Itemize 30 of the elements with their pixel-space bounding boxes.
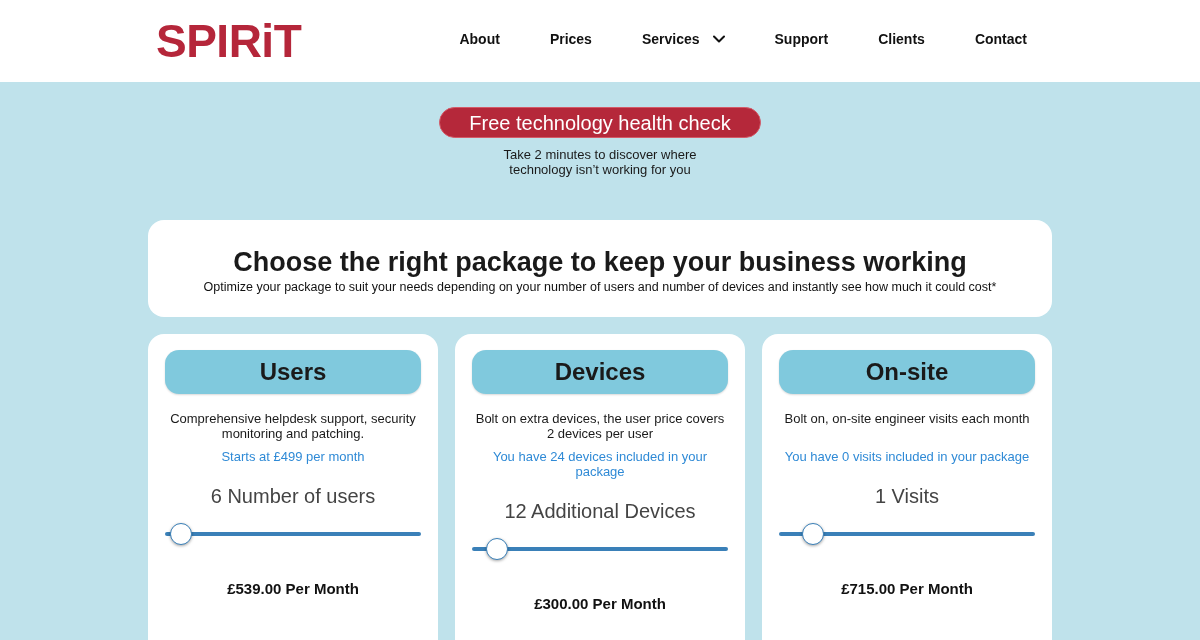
slider-thumb[interactable] (802, 523, 825, 545)
package-description: Bolt on, on-site engineer visits each month (783, 411, 1031, 428)
package-title: On-site (779, 350, 1035, 394)
package-title: Devices (472, 350, 728, 394)
value-label: 1 Visits (874, 484, 940, 508)
value-label: 12 Additional Devices (504, 499, 696, 523)
nav-dropdown[interactable]: Services (641, 32, 725, 46)
logo[interactable]: SPIRiT (156, 18, 302, 64)
package-note: You have 24 devices included in your package (491, 449, 709, 479)
intro-title: Choose the right package to keep your business working (233, 246, 967, 278)
package-description: Comprehensive helpdesk support, security monitoring and patching. (169, 411, 417, 441)
slider-thumb[interactable] (169, 523, 192, 545)
health-check-button[interactable]: Free technology health check (439, 107, 761, 138)
slider-thumb[interactable] (486, 538, 509, 560)
nav-link[interactable]: Support (774, 32, 829, 46)
package-note: You have 0 visits included in your package (783, 449, 1031, 464)
package-price: £539.00 Per Month (227, 580, 359, 598)
package-price: £715.00 Per Month (841, 580, 973, 598)
nav-link[interactable]: Contact (974, 32, 1027, 46)
nav-link[interactable]: Prices (549, 32, 592, 46)
intro-subtitle: Optimize your package to suit your needs depending on your number of users and number of devices and instantly see how much it could cost* (203, 280, 997, 295)
package-description: Bolt on extra devices, the user price covers 2 devices per user (474, 411, 726, 441)
nav-link[interactable]: About (459, 32, 500, 46)
nav-link[interactable]: Clients (878, 32, 925, 46)
chevron-down-icon (712, 35, 725, 43)
package-title: Users (165, 350, 421, 394)
package-note: Starts at £499 per month (220, 449, 366, 464)
value-label: 6 Number of users (210, 484, 376, 508)
promo-note: Take 2 minutes to discover where technology isn’t working for you (502, 147, 698, 177)
package-price: £300.00 Per Month (534, 595, 666, 613)
